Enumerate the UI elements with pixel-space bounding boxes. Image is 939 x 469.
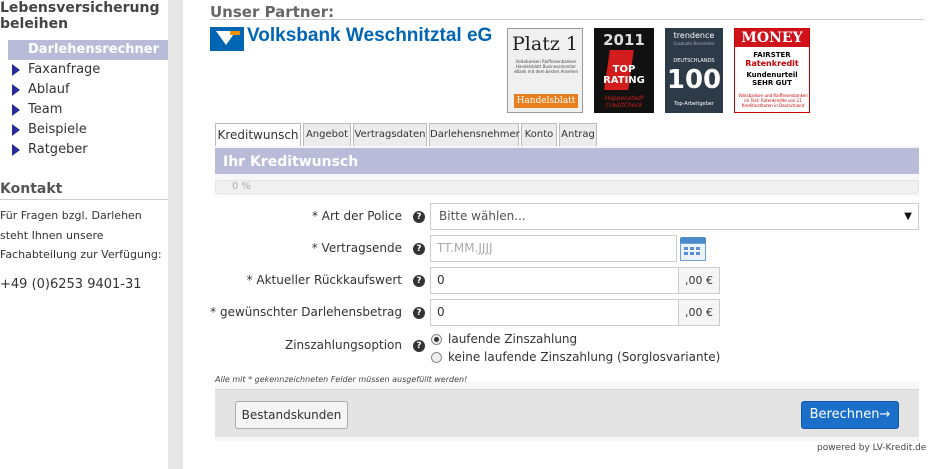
contact-title: Kontakt [0,181,63,197]
badge-trend-country: DEUTSCHLANDS [673,58,715,64]
sidebar-heading-line2: beleihen [0,16,69,32]
sidebar-item-label: Team [28,102,63,117]
sidebar-heading: Lebensversicherung beleihen [0,0,168,32]
sidebar-heading-line1: Lebensversicherung [0,0,160,16]
calendar-cell [690,247,694,250]
sidebar-item-ablauf[interactable]: Ablauf [8,80,168,100]
help-icon[interactable]: ? [413,243,425,255]
badge-money-line2: Ratenkredit [745,59,799,68]
contact-divider [0,199,168,200]
help-icon[interactable]: ? [413,340,425,352]
badge-money-line1: FAIRSTER [753,51,791,59]
sidebar-item-faxanfrage[interactable]: Faxanfrage [8,60,168,80]
police-select-value: Bitte wählen... [439,209,526,223]
tab-vertragsdaten[interactable]: Vertragsdaten [353,123,427,146]
volksbank-logo-text: Volksbank Weschnitztal eG [247,25,493,46]
sidebar-item-label: Ablauf [28,82,70,97]
calendar-cell [684,252,688,255]
arrow-right-icon [12,64,20,76]
sidebar-item-label: Faxanfrage [28,62,101,77]
partner-divider [210,19,924,20]
tab-antrag[interactable]: Antrag [559,123,597,146]
badge-platz-text: Volksbanken Raiffeisenbanken Handelsblat… [513,59,579,74]
badge-trend-number: 100 [666,65,722,95]
calendar-cell [684,247,688,250]
badge-top-label: TOP RATING [598,64,650,86]
sidebar-item-label: Ratgeber [28,142,88,157]
caret-down-icon: ▼ [904,211,912,222]
police-label: * Art der Police [311,209,402,223]
help-icon[interactable]: ? [413,307,425,319]
progress-bar: 0 % [215,180,919,194]
badge-top-line2: RATING [603,75,645,86]
arrow-right-icon [12,84,20,96]
vertragsende-label: * Vertragsende [311,241,402,255]
calendar-icon[interactable] [680,237,706,261]
calendar-icon-body [680,243,706,261]
betrag-input[interactable]: 0 [430,299,679,326]
badge-money-brand: MONEY [735,29,809,47]
badge-platz-footer: Handelsblatt [514,94,578,108]
badge-top-line1: TOP [612,64,636,75]
badge-trend-brand: trendence [673,31,715,40]
zins-option-sorglos[interactable]: keine laufende Zinszahlung (Sorglosvaria… [448,350,720,364]
rueckkauf-currency: ,00 € [678,267,720,294]
badge-money-footnote: Volksbanken und Raiffeisenbanken im Test… [738,93,808,108]
sidebar-item-label: Beispiele [28,122,87,137]
sidebar-item-label: Darlehensrechner [28,42,159,57]
badge-top-rating: 2011 TOP RATING Hoppenstedt CreditCheck [594,28,654,113]
badge-handelsblatt-platz1: Platz 1 Volksbanken Raiffeisenbanken Han… [507,28,583,113]
main-content: Unser Partner: Volksbank Weschnitztal eG… [183,0,939,469]
zins-radio-laufend[interactable] [431,334,442,345]
sidebar-item-ratgeber[interactable]: Ratgeber [8,140,168,160]
button-bar: Bestandskunden Berechnen→ [215,389,919,437]
police-select[interactable]: Bitte wählen... ▼ [430,203,919,230]
rueckkauf-input[interactable]: 0 [430,267,679,294]
contact-phone[interactable]: +49 (0)6253 9401-31 [0,277,142,292]
badge-money: MONEY FAIRSTER Ratenkredit Kundenurteil … [734,28,810,113]
contact-text: Für Fragen bzgl. Darlehen steht Ihnen un… [0,209,162,261]
betrag-currency: ,00 € [678,299,720,326]
credit-form-panel: Ihr Kreditwunsch 0 % * Art der Police ? … [210,146,919,441]
required-note: Alle mit * gekennzeichneten Felder müsse… [215,375,468,384]
zins-radio-sorglos[interactable] [431,352,442,363]
sidebar: Lebensversicherung beleihen Darlehensrec… [0,0,168,469]
tab-konto[interactable]: Konto [521,123,557,146]
calendar-cell [696,252,700,255]
arrow-right-icon [12,104,20,116]
badge-money-line3: Kundenurteil [746,71,798,79]
volksbank-mark-icon [210,27,244,51]
form-header: Ihr Kreditwunsch [215,148,919,174]
badge-money-line4: SEHR GUT [752,79,792,87]
badge-trend-footer: Top-Arbeitgeber [674,101,714,107]
tab-darlehensnehmer[interactable]: Darlehensnehmer [429,123,520,146]
badge-top-brand: Hoppenstedt CreditCheck [604,95,644,109]
powered-by-link[interactable]: powered by LV-Kredit.de [817,443,926,453]
badge-platz-title: Platz 1 [512,33,578,55]
help-icon[interactable]: ? [413,211,425,223]
tab-kreditwunsch[interactable]: Kreditwunsch [215,123,301,147]
zins-label: Zinszahlungsoption [284,338,402,352]
zins-option-laufend[interactable]: laufende Zinszahlung [448,332,577,346]
calendar-cell [696,247,700,250]
rueckkauf-label: * Aktueller Rückkaufswert [246,273,402,287]
vertragsende-input[interactable]: TT.MM.JJJJ [430,235,677,262]
badge-trend-sub: Graduate Barometer [673,41,715,46]
sidebar-item-darlehensrechner[interactable]: Darlehensrechner [8,40,168,60]
help-icon[interactable]: ? [413,275,425,287]
bestandskunden-button[interactable]: Bestandskunden [235,401,348,429]
arrow-right-icon [12,124,20,136]
betrag-label: * gewünschter Darlehensbetrag [210,305,402,319]
badge-top-year: 2011 [603,31,645,49]
arrow-right-icon [12,144,20,156]
sidebar-menu: Darlehensrechner Faxanfrage Ablauf Team … [8,40,168,160]
sidebar-item-beispiele[interactable]: Beispiele [8,120,168,140]
tab-angebot[interactable]: Angebot [303,123,351,146]
volksbank-logo[interactable]: Volksbank Weschnitztal eG [210,25,500,53]
sidebar-item-team[interactable]: Team [8,100,168,120]
badge-trendence: trendence Graduate Barometer DEUTSCHLAND… [665,28,723,113]
berechnen-button[interactable]: Berechnen→ [801,401,899,429]
calendar-cell [690,252,694,255]
